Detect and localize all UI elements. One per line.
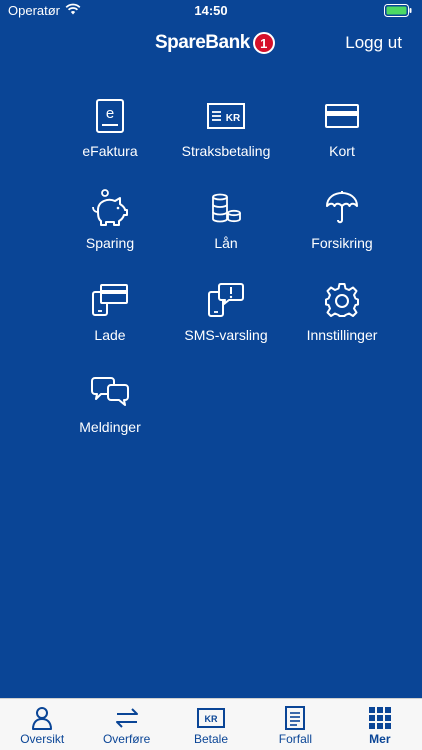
tab-label: Oversikt (20, 732, 65, 746)
menu-item-kort[interactable]: Kort (284, 96, 400, 188)
menu-item-meldinger[interactable]: Meldinger (52, 372, 168, 464)
tab-overfore[interactable]: Overføre (84, 699, 168, 750)
menu-item-forsikring[interactable]: Forsikring (284, 188, 400, 280)
instant-payment-icon-text: KR (226, 113, 241, 124)
menu-item-lade[interactable]: Lade (52, 280, 168, 372)
menu-label: Lade (94, 327, 126, 343)
menu-item-sms-varsling[interactable]: SMS-varsling (168, 280, 284, 372)
logout-button[interactable]: Logg ut (345, 33, 402, 53)
tab-label: Overføre (102, 732, 151, 746)
menu-item-efaktura[interactable]: e eFaktura (52, 96, 168, 188)
menu-label: Innstillinger (306, 327, 378, 343)
tab-label: Forfall (278, 732, 313, 746)
coins-icon (204, 188, 248, 228)
tab-oversikt[interactable]: Oversikt (0, 699, 84, 750)
tab-bar: Oversikt Overføre KR Betale Forfall Mer (0, 698, 422, 750)
pay-icon: KR (196, 705, 226, 731)
menu-item-lan[interactable]: Lån (168, 188, 284, 280)
tab-betale[interactable]: KR Betale (169, 699, 253, 750)
menu-item-innstillinger[interactable]: Innstillinger (284, 280, 400, 372)
status-bar: Operatør 14:50 (0, 0, 422, 22)
battery-icon (384, 4, 412, 20)
menu-label: Lån (214, 235, 238, 251)
tab-label: Betale (194, 732, 229, 746)
sparebank-logo: SpareBank 1 (155, 32, 275, 54)
umbrella-icon (320, 188, 364, 228)
menu-label: eFaktura (82, 143, 138, 159)
menu-item-straksbetaling[interactable]: KR Straksbetaling (168, 96, 284, 188)
tab-mer[interactable]: Mer (338, 699, 422, 750)
sms-alert-icon (204, 280, 248, 320)
person-icon (27, 705, 57, 731)
menu-item-sparing[interactable]: Sparing (52, 188, 168, 280)
menu-label: Forsikring (311, 235, 373, 251)
svg-text:e: e (106, 105, 114, 122)
clock: 14:50 (194, 3, 228, 18)
menu-grid: e eFaktura KR Straksbetaling Kort Sparin… (52, 96, 400, 464)
instant-payment-icon: KR (204, 96, 248, 136)
brand-badge: 1 (252, 32, 275, 54)
tab-forfall[interactable]: Forfall (253, 699, 337, 750)
menu-label: Kort (329, 143, 355, 159)
menu-label: Sparing (85, 235, 135, 251)
document-icon (280, 705, 310, 731)
menu-label: SMS-varsling (184, 327, 268, 343)
transfer-arrows-icon (112, 705, 142, 731)
card-icon (320, 96, 364, 136)
efaktura-icon: e (88, 96, 132, 136)
chat-bubbles-icon (88, 372, 132, 412)
app-header: SpareBank 1 Logg ut (0, 28, 422, 62)
tab-label: Mer (369, 732, 391, 746)
phone-card-icon (88, 280, 132, 320)
menu-label: Straksbetaling (181, 143, 271, 159)
menu-label: Meldinger (79, 419, 141, 435)
grid-icon (365, 705, 395, 731)
brand-name: SpareBank (155, 32, 250, 53)
gear-icon (320, 280, 364, 320)
piggy-bank-icon (88, 188, 132, 228)
pay-icon-text: KR (205, 714, 218, 724)
